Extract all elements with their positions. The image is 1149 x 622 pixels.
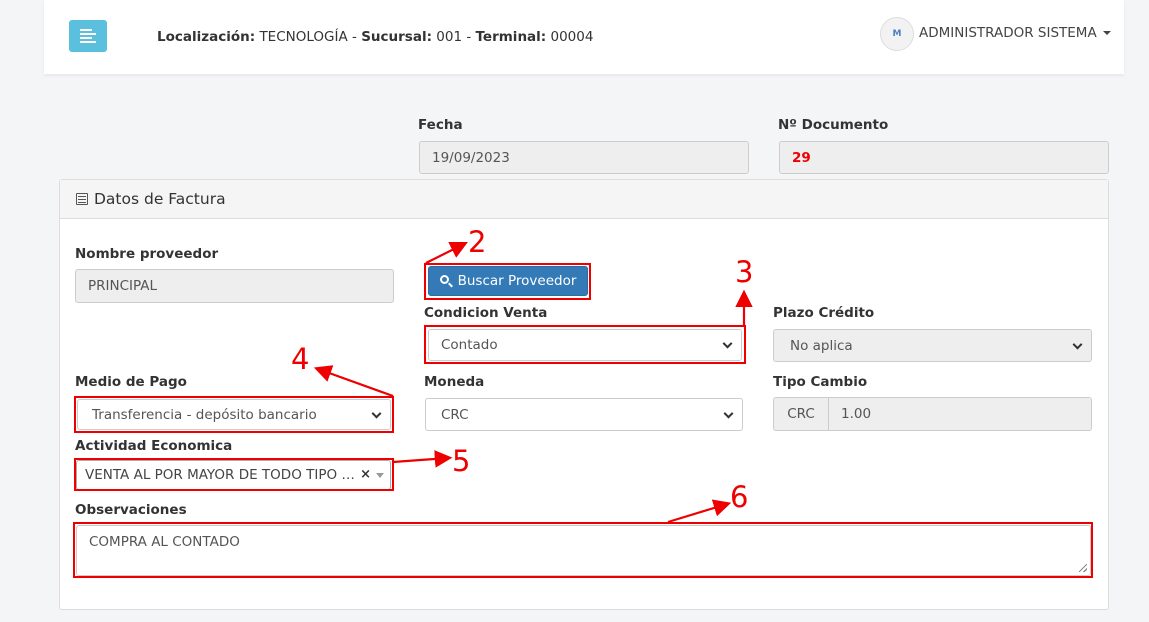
plazo-credito-select[interactable]: No aplica xyxy=(773,329,1092,362)
plazo-credito-value: No aplica xyxy=(790,337,853,354)
highlight-condicion-venta xyxy=(424,325,746,364)
terminal-value: 00004 xyxy=(550,29,594,45)
plazo-credito-label: Plazo Crédito xyxy=(773,305,875,321)
highlight-observaciones xyxy=(73,522,1093,578)
nombre-proveedor-value: PRINCIPAL xyxy=(88,278,158,294)
sucursal-value: 001 xyxy=(436,29,463,45)
annotation-number-3: 3 xyxy=(735,255,754,289)
top-navbar: Localización: TECNOLOGÍA - Sucursal: 001… xyxy=(44,0,1124,74)
tipo-cambio-currency: CRC xyxy=(787,406,815,422)
documento-value: 29 xyxy=(792,149,811,166)
calendar-icon xyxy=(76,193,88,205)
menu-icon-line-1 xyxy=(80,29,92,31)
tipo-cambio-field: 1.00 xyxy=(828,397,1092,431)
chevron-down-icon xyxy=(1072,339,1083,350)
menu-icon-line-4 xyxy=(80,41,96,43)
highlight-medio-pago xyxy=(74,396,394,433)
actividad-economica-label: Actividad Economica xyxy=(75,438,233,454)
condicion-venta-label: Condicion Venta xyxy=(424,305,548,321)
fecha-field: 19/09/2023 xyxy=(419,141,749,174)
localizacion-value: TECNOLOGÍA xyxy=(259,29,348,45)
annotation-number-4: 4 xyxy=(291,342,310,376)
sucursal-label: Sucursal: xyxy=(361,29,432,45)
avatar: M xyxy=(880,17,914,51)
fecha-label: Fecha xyxy=(418,117,463,133)
highlight-actividad-economica xyxy=(74,458,394,491)
tipo-cambio-value: 1.00 xyxy=(841,406,872,422)
annotation-number-2: 2 xyxy=(468,225,487,259)
fecha-value: 19/09/2023 xyxy=(432,149,510,166)
documento-field: 29 xyxy=(779,141,1109,174)
terminal-label: Terminal: xyxy=(475,29,547,45)
moneda-select[interactable]: CRC xyxy=(425,398,743,431)
moneda-value: CRC xyxy=(441,406,469,423)
observaciones-label: Observaciones xyxy=(75,502,187,518)
separator-1: - xyxy=(352,29,357,45)
medio-pago-label: Medio de Pago xyxy=(75,374,187,390)
user-name[interactable]: ADMINISTRADOR SISTEMA xyxy=(919,25,1111,41)
nombre-proveedor-label: Nombre proveedor xyxy=(75,246,219,262)
annotation-number-6: 6 xyxy=(730,480,749,514)
tipo-cambio-label: Tipo Cambio xyxy=(773,374,868,390)
caret-down-icon xyxy=(1102,31,1111,35)
tipo-cambio-currency-addon: CRC xyxy=(773,397,829,431)
moneda-label: Moneda xyxy=(424,374,485,390)
location-info: Localización: TECNOLOGÍA - Sucursal: 001… xyxy=(157,29,593,45)
menu-toggle-button[interactable] xyxy=(69,20,107,52)
documento-label: Nº Documento xyxy=(778,117,889,133)
panel-heading: Datos de Factura xyxy=(60,180,1108,219)
chevron-down-icon xyxy=(723,408,734,419)
menu-icon-line-3 xyxy=(80,37,92,39)
separator-2: - xyxy=(466,29,472,45)
user-name-text: ADMINISTRADOR SISTEMA xyxy=(919,25,1097,41)
localizacion-label: Localización: xyxy=(157,29,256,45)
nombre-proveedor-field: PRINCIPAL xyxy=(75,269,394,303)
panel-title: Datos de Factura xyxy=(94,190,226,208)
annotation-number-5: 5 xyxy=(452,444,471,478)
menu-icon-line-2 xyxy=(80,33,96,35)
highlight-buscar-proveedor xyxy=(424,263,591,300)
